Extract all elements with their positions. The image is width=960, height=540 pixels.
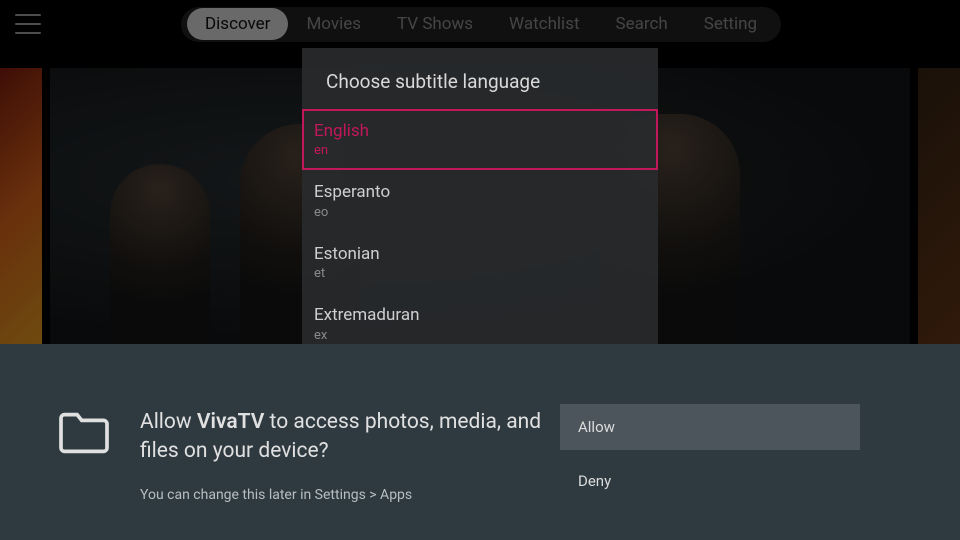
app-root: Discover Movies TV Shows Watchlist Searc… [0,0,960,540]
folder-icon [56,410,112,456]
dialog-title: Choose subtitle language [302,48,658,109]
permission-title: Allow VivaTV to access photos, media, an… [140,408,560,467]
language-name: English [314,121,646,141]
language-code: et [314,266,646,281]
permission-text: Allow VivaTV to access photos, media, an… [140,408,560,503]
subtitle-language-dialog: Choose subtitle language English en Espe… [302,48,658,344]
language-code: eo [314,205,646,220]
permission-dialog: Allow VivaTV to access photos, media, an… [0,344,960,540]
language-option-extremaduran[interactable]: Extremaduran ex [302,293,658,344]
language-name: Extremaduran [314,305,646,325]
permission-prefix: Allow [140,410,197,434]
deny-button[interactable]: Deny [560,458,860,504]
language-code: en [314,143,646,158]
language-option-esperanto[interactable]: Esperanto eo [302,170,658,231]
language-option-english[interactable]: English en [302,109,658,170]
allow-button[interactable]: Allow [560,404,860,450]
language-code: ex [314,328,646,343]
language-option-estonian[interactable]: Estonian et [302,232,658,293]
permission-buttons: Allow Deny [560,404,860,504]
permission-app-name: VivaTV [197,410,264,434]
language-name: Estonian [314,244,646,264]
permission-subtext: You can change this later in Settings > … [140,487,560,503]
language-name: Esperanto [314,182,646,202]
